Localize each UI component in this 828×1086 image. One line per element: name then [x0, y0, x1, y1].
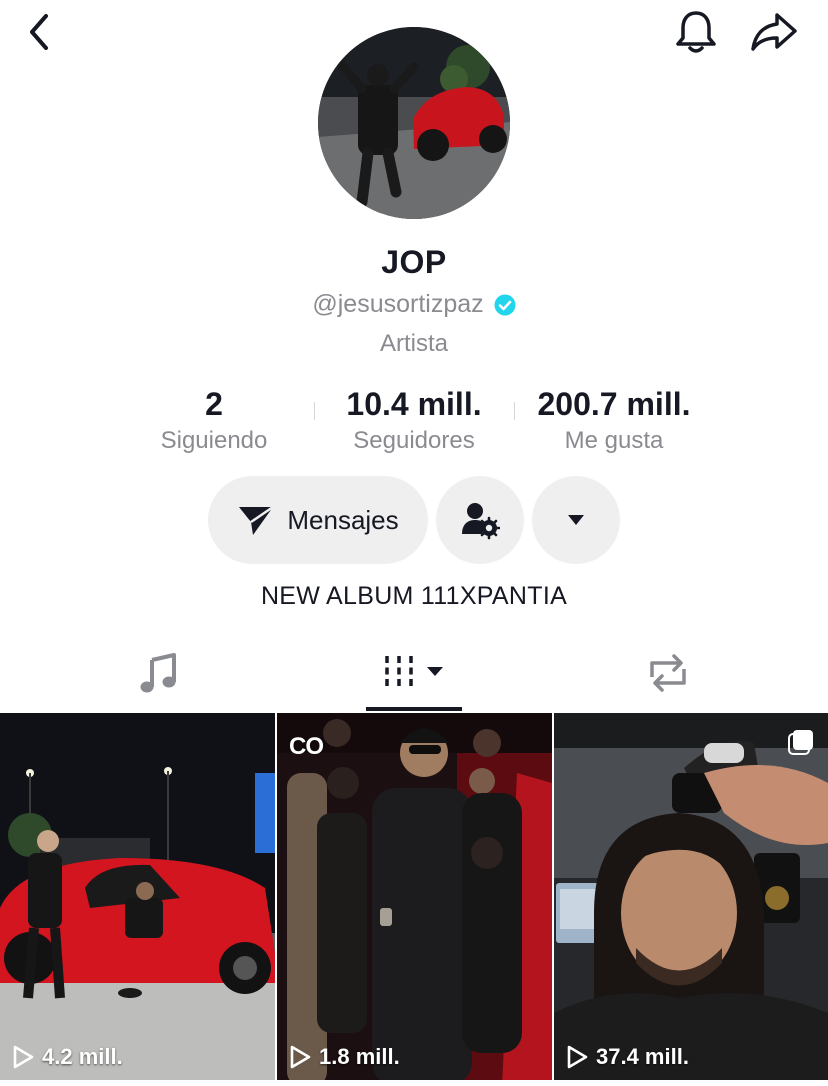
active-tab-indicator — [366, 707, 462, 711]
message-button[interactable]: Mensajes — [208, 476, 428, 564]
followers-count: 10.4 mill. — [346, 386, 482, 422]
play-icon — [567, 1045, 588, 1069]
videos-grid-icon — [385, 656, 443, 690]
back-icon — [30, 14, 48, 50]
video-views: 37.4 mill. — [566, 1044, 689, 1070]
repost-icon — [650, 654, 686, 692]
likes-stat[interactable]: 200.7 mill. Me gusta — [514, 384, 714, 456]
following-stat[interactable]: 2 Siguiendo — [114, 384, 314, 456]
video-thumbnail[interactable]: 37.4 mill. — [554, 713, 828, 1086]
profile-stats: 2 Siguiendo 10.4 mill. Seguidores 200.7 … — [114, 384, 714, 456]
followers-label: Seguidores — [353, 427, 475, 454]
share-button[interactable] — [748, 8, 800, 56]
video-views-count: 1.8 mill. — [319, 1044, 400, 1069]
caret-down-icon — [568, 515, 584, 525]
content-tabs — [0, 640, 828, 712]
following-label: Siguiendo — [160, 427, 268, 454]
play-icon — [13, 1045, 34, 1069]
tab-videos[interactable] — [366, 640, 462, 706]
video-views: 4.2 mill. — [12, 1044, 123, 1070]
video-thumbnail[interactable]: 4.2 mill. — [0, 713, 275, 1086]
tab-reposts[interactable] — [620, 640, 716, 706]
likes-count: 200.7 mill. — [537, 386, 691, 422]
play-icon — [290, 1045, 311, 1069]
video-views: 1.8 mill. — [289, 1044, 400, 1070]
photo-carousel-icon — [788, 730, 813, 755]
handle-row: @jesusortizpaz — [0, 290, 828, 319]
video-grid: 4.2 mill. CO 1.8 mill. 37.4 mill. — [0, 713, 828, 1086]
following-count: 2 — [205, 386, 223, 422]
profile-avatar[interactable] — [318, 27, 510, 219]
video-views-count: 4.2 mill. — [42, 1044, 123, 1069]
notifications-button[interactable] — [672, 8, 720, 56]
back-button[interactable] — [18, 10, 62, 54]
tab-music[interactable] — [110, 640, 206, 706]
collab-badge: CO — [289, 733, 324, 760]
more-options-button[interactable] — [532, 476, 620, 564]
video-views-count: 37.4 mill. — [596, 1044, 689, 1069]
profile-name: JOP — [381, 244, 447, 280]
profile-bio: NEW ALBUM 111XPANTIA — [260, 582, 568, 610]
likes-label: Me gusta — [564, 427, 664, 454]
send-icon — [239, 505, 275, 535]
message-button-label: Mensajes — [287, 504, 399, 535]
verified-icon — [494, 294, 516, 315]
bell-icon — [676, 11, 716, 53]
profile-actions: Mensajes — [0, 476, 828, 564]
user-settings-icon — [462, 503, 500, 540]
profile-category: Artista — [379, 330, 448, 357]
grid-bottom-edge — [0, 1080, 828, 1086]
followers-stat[interactable]: 10.4 mill. Seguidores — [314, 384, 514, 456]
share-icon — [751, 13, 797, 51]
profile-handle: @jesusortizpaz — [312, 290, 484, 318]
video-thumbnail[interactable]: CO 1.8 mill. — [277, 713, 552, 1086]
music-icon — [140, 653, 176, 693]
user-settings-button[interactable] — [436, 476, 524, 564]
